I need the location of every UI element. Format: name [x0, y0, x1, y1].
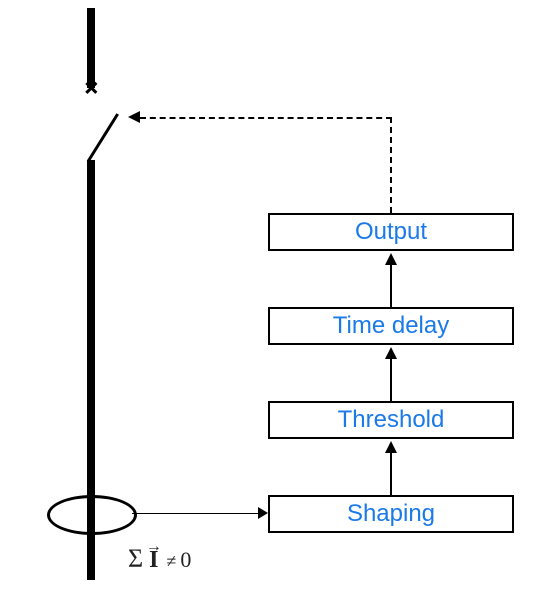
neq-symbol: ≠	[166, 551, 176, 571]
output-block: Output	[268, 213, 514, 251]
threshold-to-timedelay-line	[390, 357, 392, 401]
threshold-to-timedelay-head	[385, 347, 397, 359]
shaping-to-threshold-head	[385, 441, 397, 453]
zero: 0	[180, 547, 191, 572]
threshold-block: Threshold	[268, 401, 514, 439]
current-transformer	[47, 495, 137, 535]
sigma-symbol: Σ	[128, 544, 143, 573]
shaping-block: Shaping	[268, 495, 514, 533]
timedelay-to-output-head	[385, 253, 397, 265]
trip-path-horizontal	[140, 117, 392, 119]
residual-current-equation: Σ→I≠0	[128, 544, 191, 574]
trip-path-arrow-head	[128, 111, 140, 123]
time-delay-label: Time delay	[333, 312, 449, 340]
ct-to-shaping-arrow-head	[258, 507, 268, 519]
ct-to-shaping-arrow	[132, 513, 260, 514]
time-delay-block: Time delay	[268, 307, 514, 345]
output-label: Output	[355, 218, 427, 246]
protection-relay-diagram: + Σ→I≠0 Shaping Threshold Time delay Out…	[0, 0, 553, 604]
breaker-switch-arm	[87, 113, 119, 162]
trip-path-vertical	[390, 117, 392, 213]
current-vector-I: →I	[145, 547, 162, 574]
shaping-to-threshold-line	[390, 451, 392, 495]
breaker-contact-x: +	[75, 72, 106, 103]
shaping-label: Shaping	[347, 500, 435, 528]
timedelay-to-output-line	[390, 263, 392, 307]
threshold-label: Threshold	[338, 406, 445, 434]
